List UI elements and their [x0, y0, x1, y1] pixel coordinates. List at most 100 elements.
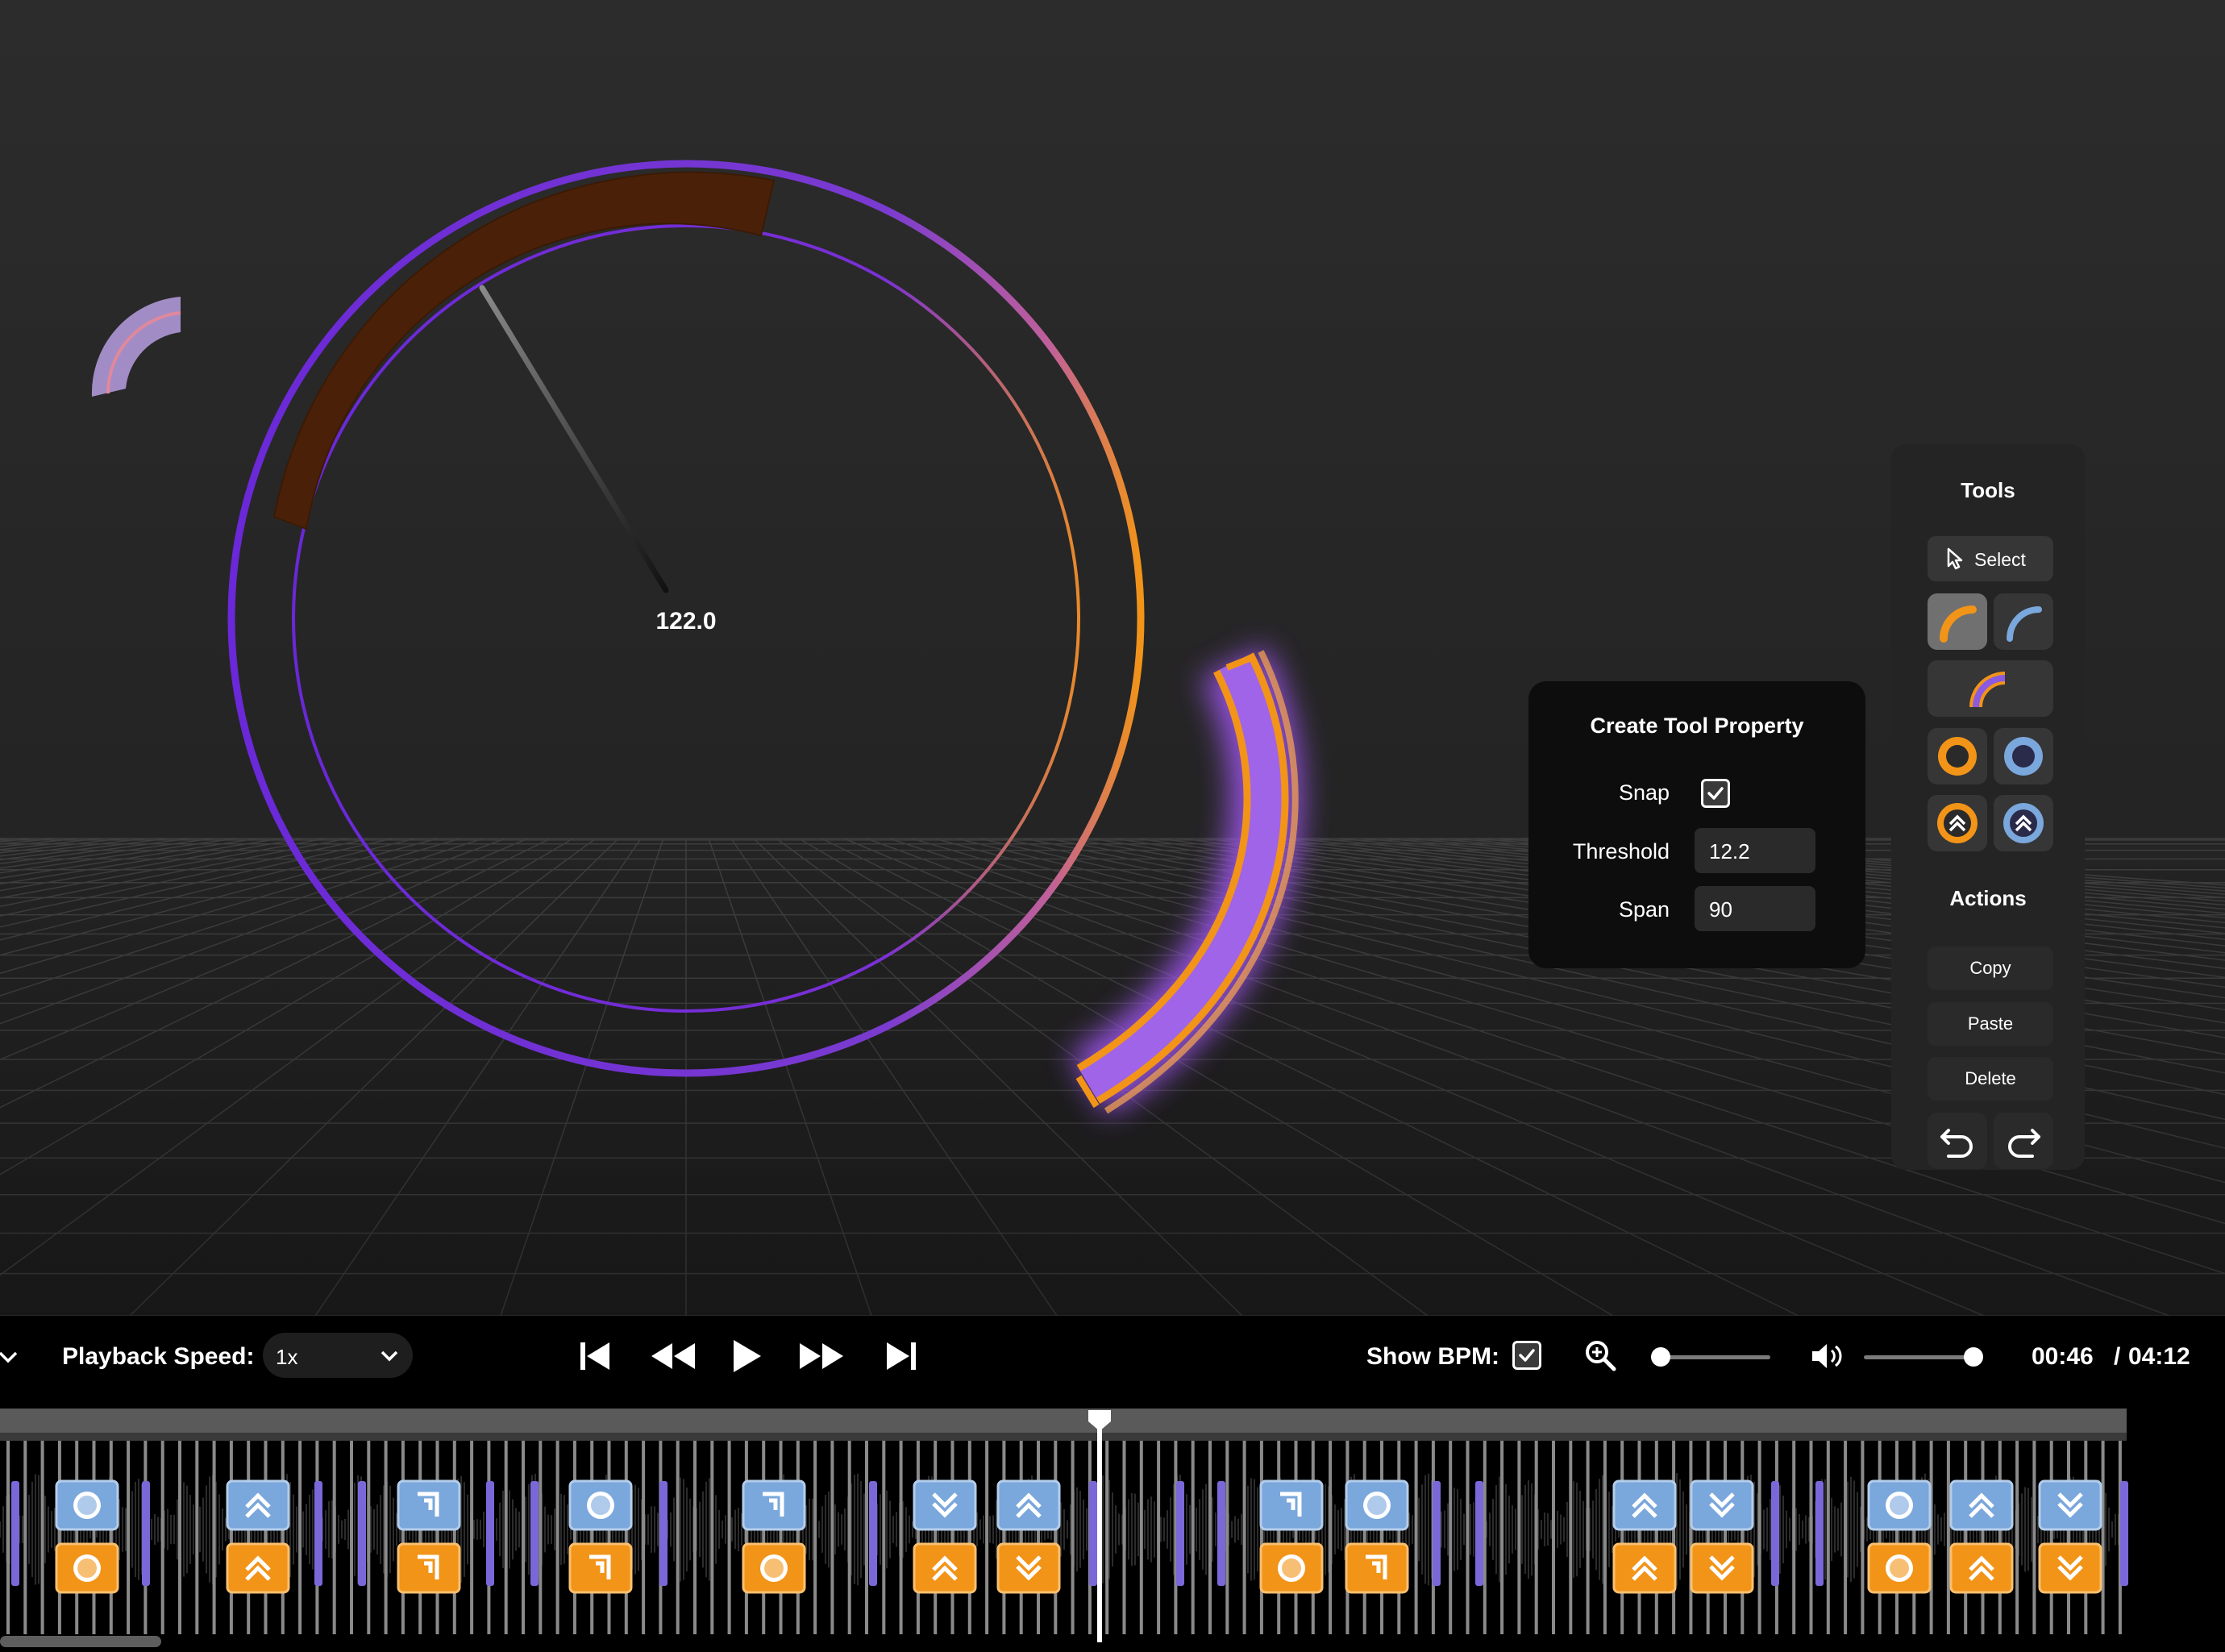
double-chevron-down-icon[interactable]	[2038, 1542, 2102, 1594]
skip-to-end-button[interactable]	[877, 1335, 922, 1377]
beat-line	[1414, 1441, 1418, 1634]
zoom-slider[interactable]	[1646, 1343, 1775, 1371]
beat-line	[693, 1441, 697, 1634]
beat-line	[1895, 1441, 1899, 1634]
double-chevron-down-icon[interactable]	[1690, 1479, 1754, 1531]
copy-button[interactable]: Copy	[1928, 947, 2053, 990]
playback-bar: Playback Speed: 1x Show BPM: 00:46 / 04:…	[0, 1316, 2225, 1409]
beat-line	[1122, 1441, 1126, 1634]
circle-note-icon[interactable]	[742, 1542, 806, 1594]
beat-line	[452, 1441, 456, 1634]
beat-line	[1809, 1441, 1813, 1634]
corner-arrow-icon[interactable]	[397, 1542, 461, 1594]
beat-line	[624, 1441, 628, 1634]
skip-to-start-button[interactable]	[574, 1335, 619, 1377]
circle-note-icon[interactable]	[1867, 1542, 1932, 1594]
volume-slider-handle[interactable]	[1964, 1347, 1983, 1367]
combined-arc-tool-button[interactable]	[1928, 660, 2053, 717]
beat-line	[1294, 1441, 1298, 1634]
playback-speed-select[interactable]: 1x	[263, 1333, 413, 1378]
beat-line	[555, 1441, 559, 1634]
beat-line	[1620, 1441, 1624, 1634]
beat-line	[710, 1441, 714, 1634]
blue-double-chevron-icon	[2003, 803, 2044, 843]
chevron-down-icon	[381, 1350, 398, 1362]
double-chevron-down-icon[interactable]	[2038, 1479, 2102, 1531]
beat-line	[1586, 1441, 1590, 1634]
circle-note-icon[interactable]	[1867, 1479, 1932, 1531]
orange-double-chevron-tool-button[interactable]	[1928, 795, 1987, 851]
beat-line	[92, 1441, 96, 1634]
show-bpm-checkbox[interactable]	[1512, 1341, 1541, 1370]
beat-line	[847, 1441, 851, 1634]
circle-note-icon[interactable]	[55, 1479, 119, 1531]
beat-line	[470, 1441, 474, 1634]
span-input[interactable]: 90	[1695, 886, 1815, 931]
bpm-marker	[142, 1481, 150, 1586]
beat-line	[934, 1441, 938, 1634]
volume-icon[interactable]	[1809, 1340, 1843, 1372]
corner-arrow-icon[interactable]	[742, 1479, 806, 1531]
beat-line	[676, 1441, 680, 1634]
timeline-track[interactable]	[0, 1409, 2225, 1652]
zoom-slider-handle[interactable]	[1651, 1347, 1670, 1367]
beat-line	[882, 1441, 886, 1634]
double-chevron-up-icon[interactable]	[226, 1479, 290, 1531]
beat-line	[1019, 1441, 1023, 1634]
corner-arrow-icon[interactable]	[1259, 1479, 1324, 1531]
threshold-input[interactable]: 12.2	[1695, 828, 1815, 873]
snap-checkbox[interactable]	[1701, 779, 1730, 808]
blue-double-chevron-tool-button[interactable]	[1994, 795, 2053, 851]
circle-note-icon[interactable]	[1259, 1542, 1324, 1594]
blue-circle-tool-button[interactable]	[1994, 728, 2053, 784]
rewind-button[interactable]	[647, 1335, 698, 1377]
chevron-down-icon[interactable]	[0, 1345, 19, 1369]
redo-button[interactable]	[1994, 1113, 2053, 1169]
corner-arrow-icon[interactable]	[397, 1479, 461, 1531]
double-chevron-up-icon[interactable]	[996, 1479, 1061, 1531]
beat-line	[1569, 1441, 1573, 1634]
double-chevron-up-icon[interactable]	[913, 1542, 977, 1594]
beat-line	[75, 1441, 79, 1634]
delete-button[interactable]: Delete	[1928, 1057, 2053, 1101]
double-chevron-down-icon[interactable]	[996, 1542, 1061, 1594]
double-chevron-up-icon[interactable]	[226, 1542, 290, 1594]
beat-line	[127, 1441, 131, 1634]
orange-arc-icon	[1940, 605, 1977, 643]
double-chevron-up-icon[interactable]	[1612, 1479, 1677, 1531]
paste-button[interactable]: Paste	[1928, 1002, 2053, 1046]
beat-line	[572, 1441, 576, 1634]
rewind-icon	[651, 1343, 695, 1369]
undo-button[interactable]	[1928, 1113, 1987, 1169]
blue-arc-tool-button[interactable]	[1994, 593, 2053, 650]
beat-line	[796, 1441, 800, 1634]
double-chevron-down-icon[interactable]	[913, 1479, 977, 1531]
timeline-scrollbar[interactable]	[0, 1636, 161, 1647]
orange-circle-tool-button[interactable]	[1928, 728, 1987, 784]
beat-line	[178, 1441, 181, 1634]
double-chevron-down-icon[interactable]	[1690, 1542, 1754, 1594]
beat-line	[281, 1441, 285, 1634]
circle-note-icon[interactable]	[55, 1542, 119, 1594]
bpm-marker	[1217, 1481, 1225, 1586]
show-bpm-label: Show BPM:	[1366, 1343, 1499, 1370]
beat-line	[195, 1441, 199, 1634]
play-button[interactable]	[726, 1335, 771, 1377]
select-tool-button[interactable]: Select	[1928, 536, 2053, 581]
cursor-icon	[1947, 547, 1963, 570]
corner-arrow-icon[interactable]	[568, 1542, 633, 1594]
double-chevron-up-icon[interactable]	[1612, 1542, 1677, 1594]
timeline[interactable]	[0, 1409, 2225, 1652]
circle-note-icon[interactable]	[568, 1479, 633, 1531]
circle-note-icon[interactable]	[1345, 1479, 1409, 1531]
volume-slider[interactable]	[1859, 1343, 1988, 1371]
corner-arrow-icon[interactable]	[1345, 1542, 1409, 1594]
zoom-icon[interactable]	[1583, 1338, 1617, 1372]
double-chevron-up-icon[interactable]	[1949, 1542, 2014, 1594]
beat-line	[1242, 1441, 1246, 1634]
double-chevron-up-icon[interactable]	[1949, 1479, 2014, 1531]
timeline-ruler[interactable]	[0, 1409, 2127, 1433]
fast-forward-button[interactable]	[796, 1335, 848, 1377]
blue-arc-icon	[2007, 606, 2042, 642]
orange-arc-tool-button[interactable]	[1928, 593, 1987, 650]
